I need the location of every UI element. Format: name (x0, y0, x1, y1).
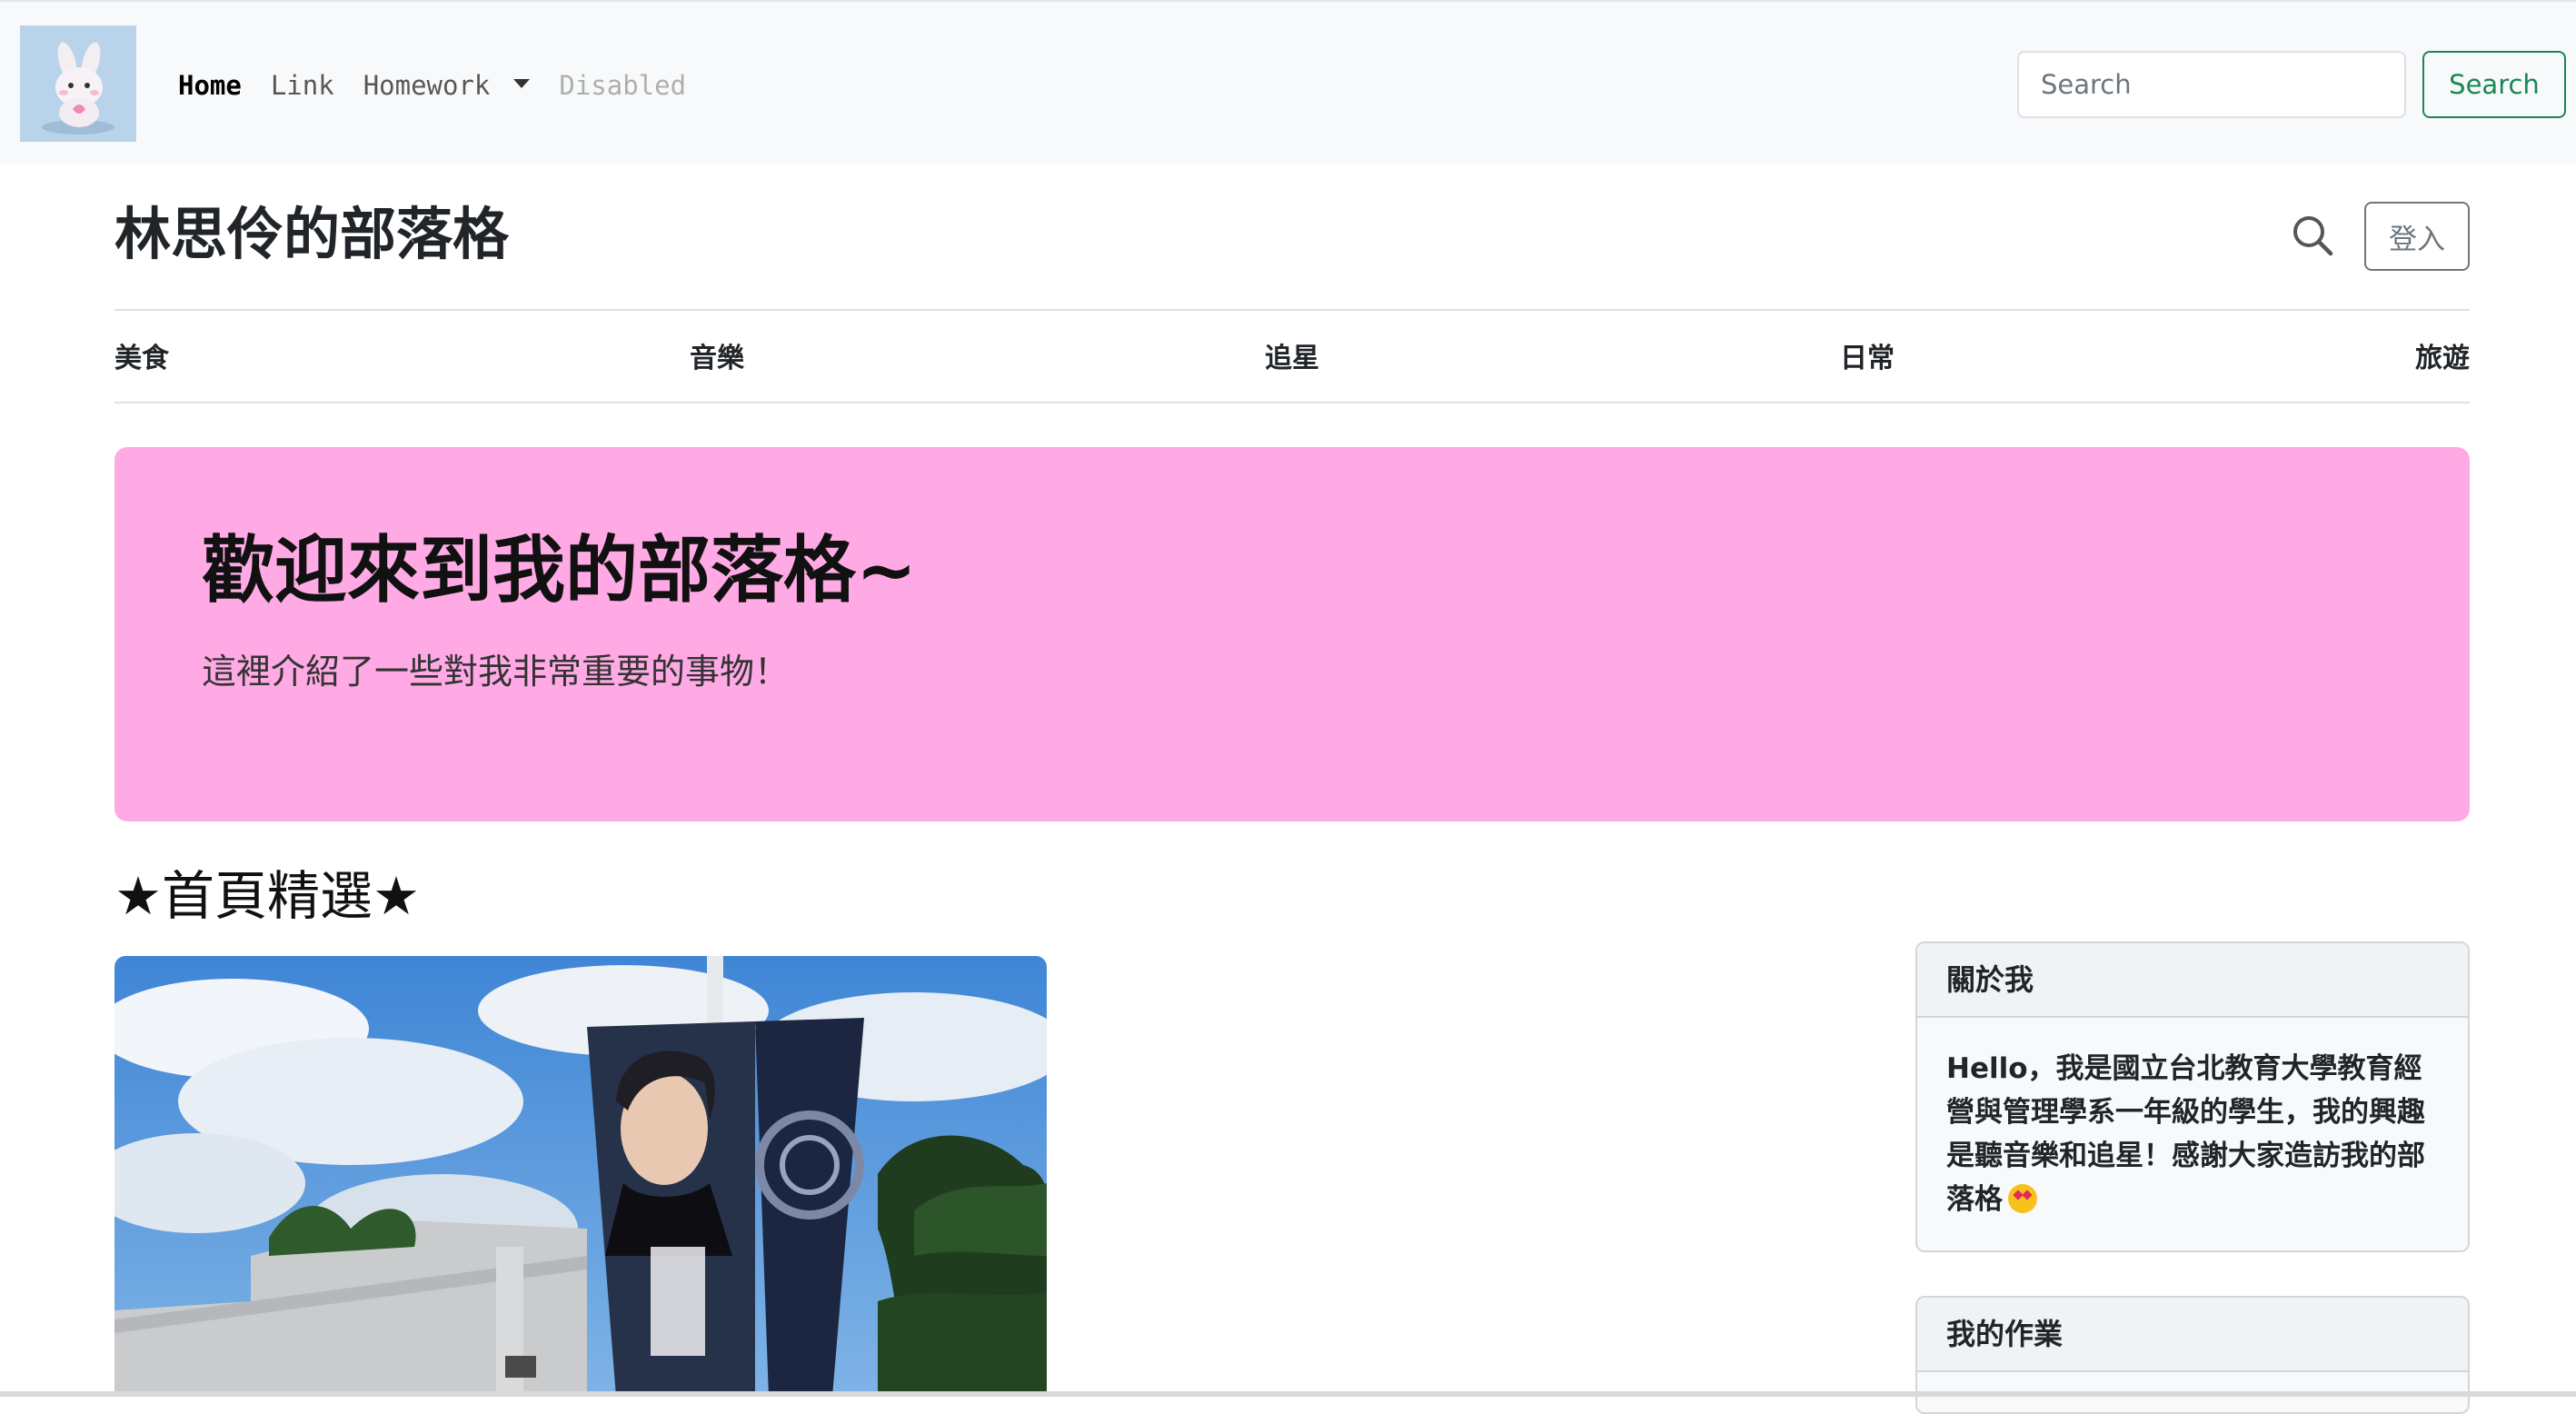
about-me-line: Hello，我是國立台北教育大學教育經 (1946, 1052, 2422, 1085)
nav-home-link[interactable]: Home (178, 70, 242, 101)
navbar-search-button[interactable]: Search (2422, 51, 2566, 118)
about-me-line: 落格 (1946, 1183, 2003, 1216)
category-nav: 美食 音樂 追星 日常 旅遊 (114, 333, 2470, 378)
about-me-body: Hello，我是國立台北教育大學教育經 營與管理學系一年級的學生，我的興趣 是聽… (1917, 1018, 2468, 1221)
featured-heading: ★首頁精選★ (114, 865, 420, 927)
category-food[interactable]: 美食 (114, 335, 169, 375)
category-divider-bottom (114, 402, 2470, 403)
nav-homework-dropdown[interactable]: Homework (363, 70, 531, 101)
bunny-plush-image (20, 25, 136, 142)
jumbotron-lead: 這裡介紹了一些對我非常重要的事物！ (202, 652, 790, 692)
category-divider-top (114, 309, 2470, 311)
my-homework-header: 我的作業 (1917, 1298, 2468, 1372)
featured-photo[interactable] (114, 956, 1047, 1397)
concert-banner-photo (114, 956, 1047, 1397)
about-me-last-line: 落格 (1946, 1178, 2439, 1221)
navbar-links: Home Link Homework Disabled (178, 65, 715, 105)
nav-homework-label: Homework (363, 70, 491, 101)
welcome-jumbotron: 歡迎來到我的部落格~ 這裡介紹了一些對我非常重要的事物！ (114, 447, 2470, 822)
caret-down-icon (513, 79, 531, 88)
category-music[interactable]: 音樂 (690, 335, 744, 375)
brand-logo[interactable] (20, 25, 136, 142)
star-struck-emoji-icon (2008, 1183, 2037, 1213)
navbar-search-input[interactable] (2017, 51, 2406, 118)
about-me-card: 關於我 Hello，我是國立台北教育大學教育經 營與管理學系一年級的學生，我的興… (1915, 941, 2470, 1252)
nav-link-link[interactable]: Link (271, 70, 334, 101)
category-travel[interactable]: 旅遊 (2415, 335, 2470, 375)
login-button[interactable]: 登入 (2364, 202, 2470, 271)
about-me-line: 營與管理學系一年級的學生，我的興趣 (1946, 1096, 2425, 1129)
search-icon[interactable] (2290, 213, 2335, 258)
about-me-line: 是聽音樂和追星！感謝大家造訪我的部 (1946, 1140, 2425, 1172)
category-daily[interactable]: 日常 (1840, 335, 1895, 375)
about-me-header: 關於我 (1917, 943, 2468, 1018)
top-navbar: Home Link Homework Disabled Search (0, 0, 2576, 164)
blog-title[interactable]: 林思伶的部落格 (114, 198, 509, 271)
viewport-bottom-edge (0, 1391, 2576, 1397)
category-fandom[interactable]: 追星 (1265, 335, 1319, 375)
nav-disabled-link: Disabled (559, 70, 687, 101)
jumbotron-title: 歡迎來到我的部落格~ (202, 528, 918, 612)
